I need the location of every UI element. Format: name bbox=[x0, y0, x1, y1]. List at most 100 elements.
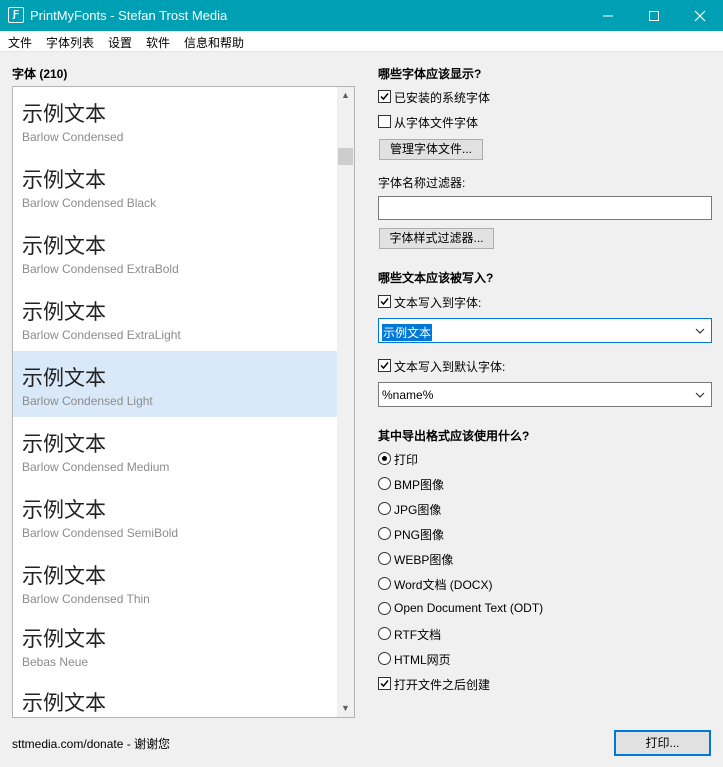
checkbox-label: 文本写入到字体: bbox=[394, 296, 482, 310]
font-list-item[interactable]: 示例文本 Bebas Neue bbox=[13, 612, 337, 678]
radio-print[interactable]: 打印 bbox=[378, 450, 578, 468]
font-sample-text: 示例文本 bbox=[22, 627, 106, 651]
font-list[interactable]: 示例文本 Barlow Condensed 示例文本 Barlow Conden… bbox=[12, 86, 355, 718]
radio-button bbox=[378, 552, 391, 565]
checkbox-box bbox=[378, 295, 391, 308]
radio-rtf[interactable]: RTF文档 bbox=[378, 625, 578, 643]
text-to-default-checkbox[interactable]: 文本写入到默认字体: bbox=[378, 357, 578, 375]
radio-webp[interactable]: WEBP图像 bbox=[378, 550, 578, 568]
checkmark-icon bbox=[380, 362, 389, 370]
font-list-item[interactable]: 示例文本 Barlow Condensed Black bbox=[13, 153, 337, 219]
radio-label: BMP图像 bbox=[394, 478, 445, 492]
radio-button bbox=[378, 602, 391, 615]
chevron-down-icon bbox=[695, 392, 705, 398]
chevron-down-icon bbox=[695, 328, 705, 334]
donate-link[interactable]: sttmedia.com/donate - 谢谢您 bbox=[12, 735, 170, 752]
checkbox-box bbox=[378, 677, 391, 690]
menu-file[interactable]: 文件 bbox=[8, 34, 32, 51]
font-list-item-selected[interactable]: 示例文本 Barlow Condensed Light bbox=[13, 351, 337, 417]
font-list-item[interactable]: 示例文本 Barlow Condensed ExtraLight bbox=[13, 285, 337, 351]
which-fonts-heading: 哪些字体应该显示? bbox=[378, 67, 482, 81]
radio-button bbox=[378, 452, 391, 465]
radio-label: WEBP图像 bbox=[394, 553, 454, 567]
radio-label: Open Document Text (ODT) bbox=[394, 601, 544, 615]
font-sample-text: 示例文本 bbox=[22, 102, 106, 126]
checkmark-icon bbox=[380, 93, 389, 101]
font-list-item[interactable]: 示例文本 Barlow Condensed ExtraBold bbox=[13, 219, 337, 285]
font-name: Barlow Condensed ExtraBold bbox=[22, 262, 179, 276]
checkmark-icon bbox=[380, 680, 389, 688]
checkbox-label: 文本写入到默认字体: bbox=[394, 360, 506, 374]
font-list-header: 字体 (210) bbox=[12, 67, 68, 81]
radio-button bbox=[378, 652, 391, 665]
window-title: PrintMyFonts - Stefan Trost Media bbox=[30, 8, 228, 23]
menu-bar: 文件 字体列表 设置 软件 信息和帮助 bbox=[0, 31, 723, 52]
app-logo-icon: Ƒ bbox=[8, 7, 24, 23]
title-bar: Ƒ PrintMyFonts - Stefan Trost Media bbox=[0, 0, 723, 31]
maximize-button[interactable] bbox=[631, 0, 677, 31]
font-name: Barlow Condensed ExtraLight bbox=[22, 328, 181, 342]
close-button[interactable] bbox=[677, 0, 723, 31]
open-after-create-checkbox[interactable]: 打开文件之后创建 bbox=[378, 675, 578, 693]
font-list-scrollbar[interactable]: ▲ ▼ bbox=[337, 87, 354, 717]
font-name: Barlow Condensed Light bbox=[22, 394, 153, 408]
radio-docx[interactable]: Word文档 (DOCX) bbox=[378, 575, 578, 593]
radio-bmp[interactable]: BMP图像 bbox=[378, 475, 578, 493]
checkbox-box bbox=[378, 90, 391, 103]
minimize-icon bbox=[603, 15, 613, 17]
export-format-heading: 其中导出格式应该使用什么? bbox=[378, 429, 530, 443]
default-font-text-combo[interactable]: %name% bbox=[378, 382, 712, 407]
checkbox-label: 已安装的系统字体 bbox=[394, 91, 491, 105]
print-button[interactable]: 打印... bbox=[614, 730, 711, 756]
radio-png[interactable]: PNG图像 bbox=[378, 525, 578, 543]
font-list-item[interactable]: 示例文本 Barlow Condensed bbox=[13, 87, 337, 153]
radio-button bbox=[378, 477, 391, 490]
font-files-checkbox[interactable]: 从字体文件字体 bbox=[378, 113, 578, 131]
font-sample-text: 示例文本 bbox=[22, 366, 106, 390]
font-name: Barlow Condensed bbox=[22, 130, 124, 144]
maximize-icon bbox=[649, 11, 659, 21]
menu-font-list[interactable]: 字体列表 bbox=[46, 34, 94, 51]
menu-software[interactable]: 软件 bbox=[146, 34, 170, 51]
menu-info-help[interactable]: 信息和帮助 bbox=[184, 34, 244, 51]
name-filter-input[interactable] bbox=[378, 196, 712, 220]
sample-text-combo[interactable]: 示例文本 bbox=[378, 318, 712, 343]
radio-label: HTML网页 bbox=[394, 653, 451, 667]
radio-label: PNG图像 bbox=[394, 528, 445, 542]
radio-label: Word文档 (DOCX) bbox=[394, 578, 493, 592]
scroll-down-arrow-icon[interactable]: ▼ bbox=[337, 700, 354, 717]
scroll-up-arrow-icon[interactable]: ▲ bbox=[337, 87, 354, 104]
manage-font-files-button[interactable]: 管理字体文件... bbox=[379, 139, 483, 160]
radio-button bbox=[378, 577, 391, 590]
font-sample-text: 示例文本 bbox=[22, 564, 106, 588]
checkbox-box bbox=[378, 115, 391, 128]
radio-button bbox=[378, 627, 391, 640]
radio-button bbox=[378, 527, 391, 540]
radio-label: 打印 bbox=[394, 453, 419, 467]
font-name: Barlow Condensed Medium bbox=[22, 460, 170, 474]
installed-fonts-checkbox[interactable]: 已安装的系统字体 bbox=[378, 88, 578, 106]
font-list-item[interactable]: 示例文本 bbox=[13, 676, 337, 717]
radio-jpg[interactable]: JPG图像 bbox=[378, 500, 578, 518]
font-list-item[interactable]: 示例文本 Barlow Condensed Thin bbox=[13, 549, 337, 615]
scroll-thumb[interactable] bbox=[338, 148, 353, 165]
radio-label: JPG图像 bbox=[394, 503, 442, 517]
font-list-item[interactable]: 示例文本 Barlow Condensed SemiBold bbox=[13, 483, 337, 549]
font-sample-text: 示例文本 bbox=[22, 300, 106, 324]
checkbox-label: 打开文件之后创建 bbox=[394, 678, 491, 692]
font-sample-text: 示例文本 bbox=[22, 432, 106, 456]
close-icon bbox=[694, 10, 706, 22]
font-sample-text: 示例文本 bbox=[22, 234, 106, 258]
menu-settings[interactable]: 设置 bbox=[108, 34, 132, 51]
font-name: Barlow Condensed Thin bbox=[22, 592, 150, 606]
radio-odt[interactable]: Open Document Text (ODT) bbox=[378, 600, 598, 618]
font-list-item[interactable]: 示例文本 Barlow Condensed Medium bbox=[13, 417, 337, 483]
name-filter-label: 字体名称过滤器: bbox=[378, 176, 466, 190]
minimize-button[interactable] bbox=[585, 0, 631, 31]
style-filter-button[interactable]: 字体样式过滤器... bbox=[379, 228, 494, 249]
text-to-font-checkbox[interactable]: 文本写入到字体: bbox=[378, 293, 578, 311]
radio-label: RTF文档 bbox=[394, 628, 442, 642]
radio-html[interactable]: HTML网页 bbox=[378, 650, 578, 668]
default-font-text-value: %name% bbox=[382, 388, 434, 402]
font-name: Barlow Condensed SemiBold bbox=[22, 526, 179, 540]
